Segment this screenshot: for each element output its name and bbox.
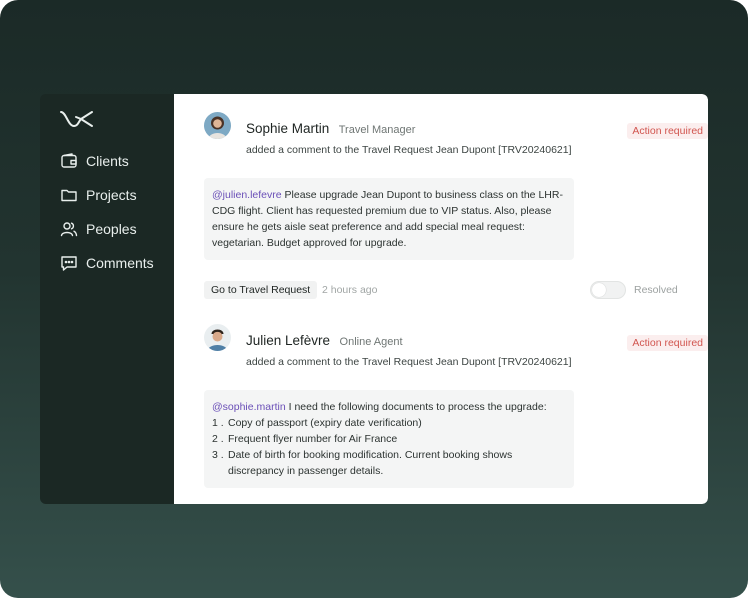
status-badge: Action required [627,335,708,351]
list-text: Copy of passport (expiry date verificati… [228,417,422,429]
sidebar-item-label: Peoples [86,221,137,237]
status-badge: Action required [627,123,708,139]
comment-subtitle: added a comment to the Travel Request Je… [246,356,572,368]
avatar-image [204,324,231,351]
sidebar-item-projects[interactable]: Projects [40,178,174,212]
list-text: Date of birth for booking modification. … [228,449,513,477]
sidebar-item-label: Projects [86,187,137,203]
list-text: Frequent flyer number for Air France [228,433,398,445]
comment-icon [61,256,77,271]
wallet-icon [61,153,77,168]
resolved-toggle[interactable] [590,281,626,299]
author-role: Online Agent [339,336,403,348]
comment-body: @julien.lefevre Please upgrade Jean Dupo… [204,178,574,260]
list-item: 1 . Copy of passport (expiry date verifi… [212,415,566,431]
list-item: 3 . Date of birth for booking modificati… [212,447,566,479]
comment-header: Julien Lefèvre Online Agent [246,332,403,350]
sidebar-item-peoples[interactable]: Peoples [40,212,174,246]
toggle-knob [592,283,606,297]
folder-icon [61,189,77,202]
sidebar-item-label: Comments [86,255,154,271]
comment-text: I need the following documents to proces… [285,401,547,413]
background-frame: Clients Projects Peoples Comments Sophie… [0,0,748,598]
sidebar: Clients Projects Peoples Comments [40,94,174,504]
author-name[interactable]: Julien Lefèvre [246,333,330,348]
users-icon [60,222,78,237]
avatar-image [204,112,231,139]
list-number: 1 . [212,417,224,429]
mention-link[interactable]: @julien.lefevre [212,189,282,201]
comment-subtitle: added a comment to the Travel Request Je… [246,144,572,156]
timestamp: 2 hours ago [322,284,378,296]
comment-actions: Go to Travel Request 2 hours ago Resolve… [204,281,678,299]
author-name[interactable]: Sophie Martin [246,121,329,136]
sidebar-nav: Clients Projects Peoples Comments [40,144,174,280]
avatar[interactable] [204,324,231,351]
document-list: 1 . Copy of passport (expiry date verifi… [212,415,566,479]
app-window: Clients Projects Peoples Comments Sophie… [40,94,708,504]
sidebar-item-comments[interactable]: Comments [40,246,174,280]
mention-link[interactable]: @sophie.martin [212,401,286,413]
go-to-travel-request-button[interactable]: Go to Travel Request [204,281,318,299]
comments-panel: Sophie Martin Travel Manager added a com… [174,94,708,504]
sidebar-item-label: Clients [86,153,129,169]
list-number: 3 . [212,449,224,461]
list-number: 2 . [212,433,224,445]
sidebar-item-clients[interactable]: Clients [40,144,174,178]
resolved-label: Resolved [634,284,678,296]
comment-header: Sophie Martin Travel Manager [246,120,415,138]
list-item: 2 . Frequent flyer number for Air France [212,431,566,447]
author-role: Travel Manager [338,124,416,136]
comment-body: @sophie.martin I need the following docu… [204,390,574,488]
wave-logo-icon [60,111,93,127]
avatar[interactable] [204,112,231,139]
